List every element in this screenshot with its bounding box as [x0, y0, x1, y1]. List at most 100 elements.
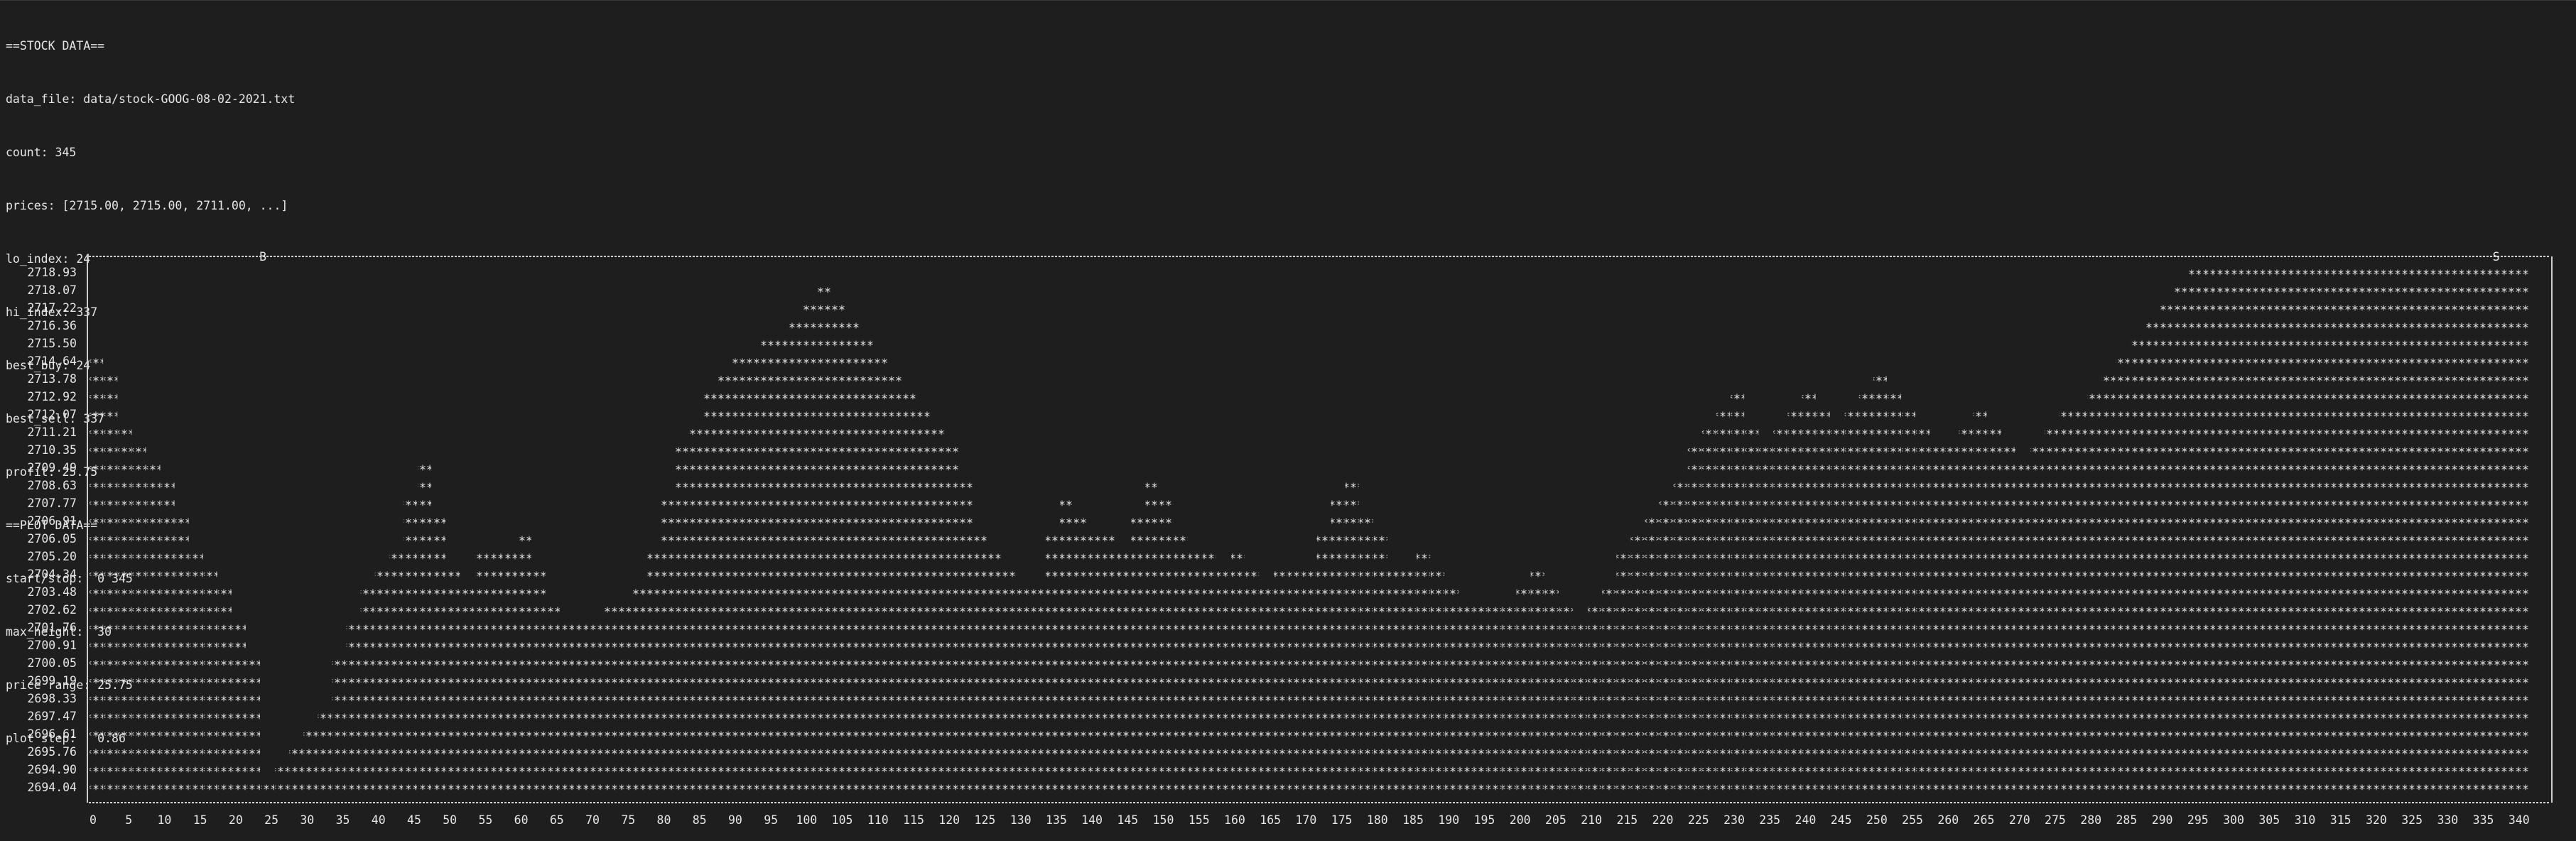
price-column — [90, 354, 104, 800]
price-column — [1159, 497, 1174, 800]
x-tick-label: 195 — [1474, 813, 1495, 827]
price-column — [1059, 497, 1073, 800]
price-column — [2444, 266, 2458, 800]
y-tick-label: 2698.33 — [27, 692, 77, 705]
price-column — [1088, 532, 1103, 800]
x-tick-label: 95 — [764, 813, 778, 827]
x-tick-label: 75 — [621, 813, 635, 827]
y-tick-label: 2699.19 — [27, 674, 77, 688]
price-column — [1616, 550, 1630, 800]
price-column — [2158, 301, 2172, 800]
x-tick-label: 150 — [1153, 813, 1174, 827]
x-tick-label: 305 — [2258, 813, 2280, 827]
price-column — [1574, 621, 1588, 800]
price-column — [2415, 266, 2430, 800]
price-column — [418, 461, 432, 800]
price-column — [1245, 568, 1260, 800]
x-tick-label: 330 — [2437, 813, 2458, 827]
price-column — [1887, 390, 1902, 800]
x-tick-label: 270 — [2009, 813, 2030, 827]
price-column — [1844, 408, 1858, 800]
y-tick-label: 2700.05 — [27, 656, 77, 670]
price-column — [1202, 550, 1216, 800]
x-tick-label: 190 — [1438, 813, 1459, 827]
price-column — [1716, 408, 1730, 800]
price-column — [261, 781, 275, 800]
price-column — [2172, 283, 2187, 800]
x-tick-label: 240 — [1795, 813, 1817, 827]
price-column — [1830, 425, 1844, 800]
price-column — [360, 585, 374, 800]
price-column — [1488, 603, 1502, 800]
price-column — [1930, 443, 1944, 800]
terminal-window[interactable]: ==STOCK DATA== data_file: data/stock-GOO… — [0, 0, 2576, 841]
x-tick-label: 155 — [1189, 813, 1210, 827]
y-tick-label: 2694.04 — [27, 781, 77, 794]
price-column — [703, 390, 717, 800]
y-tick-label: 2707.77 — [27, 497, 77, 510]
price-column — [2372, 266, 2386, 800]
x-tick-label: 120 — [938, 813, 960, 827]
y-tick-label: 2706.05 — [27, 532, 77, 546]
x-tick-label: 110 — [867, 813, 889, 827]
x-tick-label: 70 — [585, 813, 600, 827]
price-column — [1559, 603, 1574, 800]
price-column — [988, 550, 1002, 800]
price-column — [2230, 266, 2244, 800]
price-column — [831, 301, 845, 800]
price-column — [146, 461, 161, 800]
x-tick-label: 55 — [478, 813, 492, 827]
price-column — [646, 550, 660, 800]
x-tick-label: 160 — [1224, 813, 1245, 827]
price-column — [232, 621, 246, 800]
x-tick-label: 115 — [903, 813, 924, 827]
price-column — [1074, 514, 1088, 800]
price-column — [403, 497, 417, 800]
x-tick-label: 255 — [1902, 813, 1923, 827]
x-tick-label: 125 — [975, 813, 996, 827]
price-column — [1745, 425, 1759, 800]
price-column — [2472, 266, 2486, 800]
y-tick-label: 2705.20 — [27, 550, 77, 563]
price-column — [161, 479, 175, 800]
x-tick-label: 200 — [1510, 813, 1531, 827]
x-tick-label: 40 — [372, 813, 386, 827]
y-tick-label: 2712.07 — [27, 408, 77, 421]
price-column — [217, 585, 232, 800]
price-column — [974, 532, 988, 800]
price-column — [1131, 514, 1145, 800]
price-column — [1973, 408, 1987, 800]
price-column — [374, 568, 389, 800]
price-column — [1759, 443, 1773, 800]
price-column — [1459, 603, 1473, 800]
y-tick-label: 2706.91 — [27, 514, 77, 528]
price-column — [1916, 425, 1930, 800]
price-column — [2201, 266, 2215, 800]
x-tick-label: 45 — [407, 813, 421, 827]
x-tick-label: 105 — [832, 813, 853, 827]
price-column — [817, 283, 831, 800]
y-tick-label: 2709.49 — [27, 461, 77, 474]
price-column — [888, 372, 902, 800]
price-column — [189, 550, 203, 800]
price-column — [2044, 425, 2058, 800]
price-column — [303, 727, 318, 800]
x-tick-label: 175 — [1331, 813, 1353, 827]
x-tick-label: 165 — [1260, 813, 1281, 827]
y-tick-label: 2694.90 — [27, 763, 77, 776]
x-tick-label: 25 — [264, 813, 278, 827]
price-column — [1873, 372, 1887, 800]
price-column — [1216, 568, 1230, 800]
price-column — [1373, 532, 1387, 800]
y-tick-label: 2704.34 — [27, 568, 77, 581]
price-column — [1188, 550, 1202, 800]
price-column — [860, 337, 874, 800]
price-column — [1944, 443, 1959, 800]
price-column — [332, 656, 346, 800]
price-column — [2073, 408, 2087, 800]
x-tick-label: 15 — [193, 813, 207, 827]
price-column — [603, 603, 617, 800]
price-column — [2215, 266, 2230, 800]
price-column — [460, 585, 475, 800]
price-column — [1274, 568, 1288, 800]
